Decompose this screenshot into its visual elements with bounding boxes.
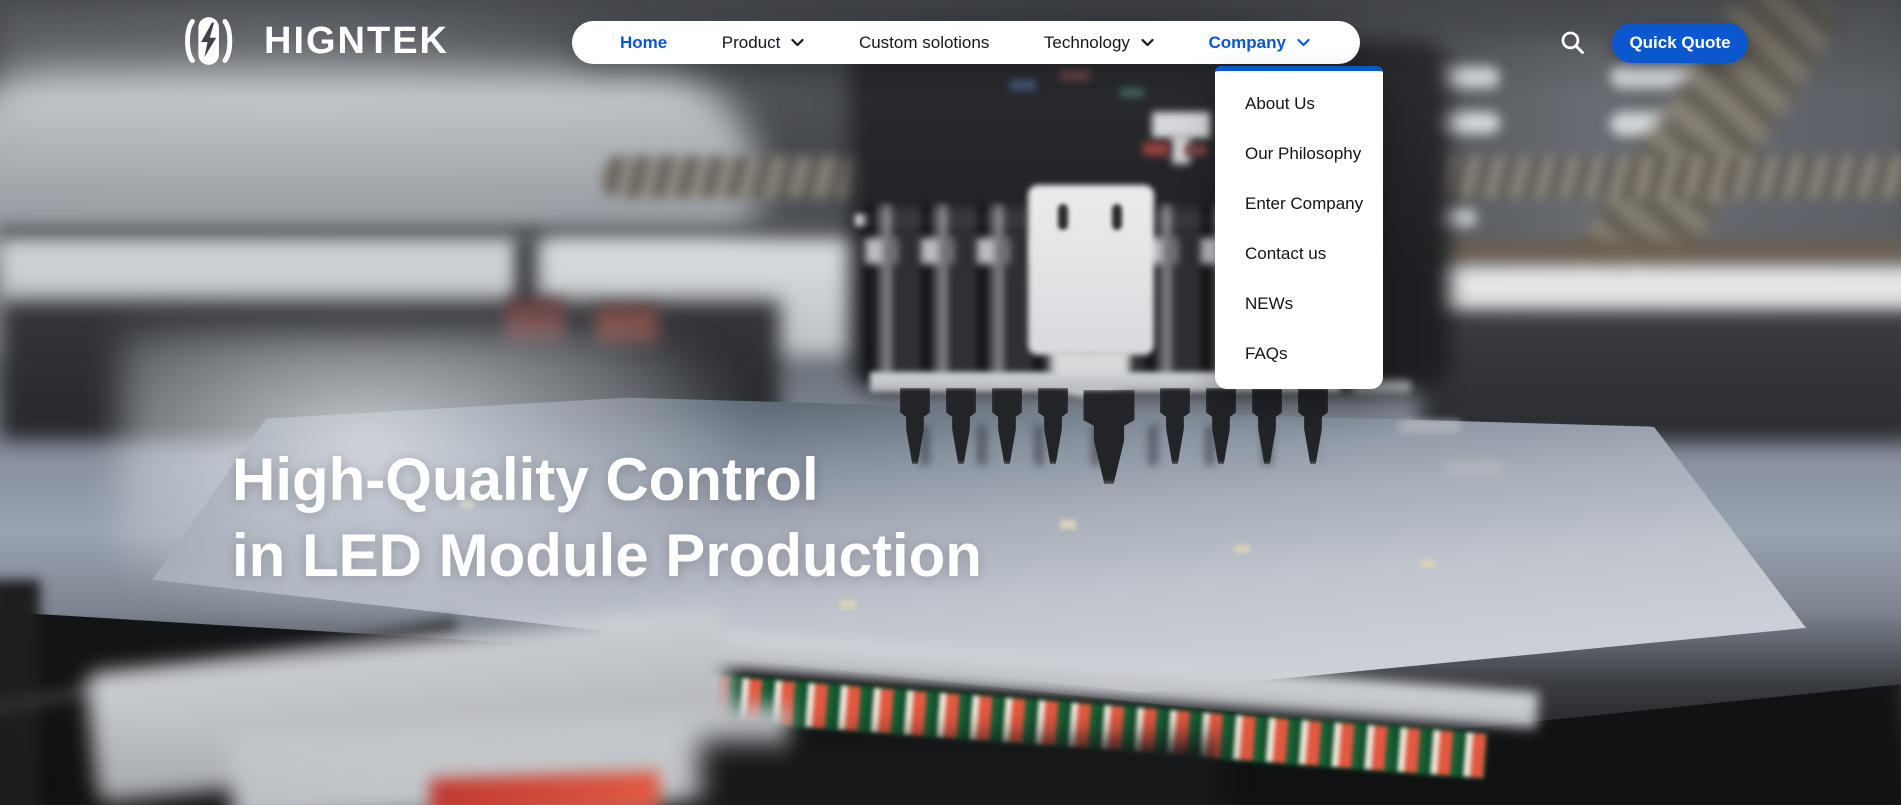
search-icon <box>1559 29 1586 56</box>
nav-item-label: Custom solotions <box>859 33 989 53</box>
dropdown-item-our-philosophy[interactable]: Our Philosophy <box>1215 129 1383 179</box>
hero-line-1: High-Quality Control <box>232 442 982 518</box>
lightning-bolt-capsule-icon <box>172 15 254 67</box>
chevron-down-icon <box>1141 38 1154 47</box>
brand-logo-text: HIGNTEK <box>264 22 449 60</box>
chevron-down-icon <box>791 38 804 47</box>
nav-item-label: Company <box>1208 33 1285 53</box>
hero-background-photo <box>0 0 1901 805</box>
company-dropdown-menu: About Us Our Philosophy Enter Company Co… <box>1215 66 1383 389</box>
nav-item-custom-solotions[interactable]: Custom solotions <box>859 33 989 53</box>
dropdown-item-enter-company[interactable]: Enter Company <box>1215 179 1383 229</box>
page: HIGNTEK Home Product Custom solotions Te… <box>0 0 1901 805</box>
main-nav: Home Product Custom solotions Technology… <box>572 21 1360 64</box>
hero-heading: High-Quality Control in LED Module Produ… <box>232 442 982 594</box>
nav-item-technology[interactable]: Technology <box>1044 33 1154 53</box>
brand-logo[interactable]: HIGNTEK <box>172 14 449 68</box>
chevron-down-icon <box>1297 38 1310 47</box>
search-button[interactable] <box>1550 22 1594 62</box>
dropdown-item-contact-us[interactable]: Contact us <box>1215 229 1383 279</box>
hero-line-2: in LED Module Production <box>232 518 982 594</box>
dropdown-item-about-us[interactable]: About Us <box>1215 79 1383 129</box>
nav-item-label: Home <box>620 33 667 53</box>
nav-item-label: Technology <box>1044 33 1130 53</box>
quick-quote-button[interactable]: Quick Quote <box>1612 23 1748 63</box>
nav-item-product[interactable]: Product <box>722 33 805 53</box>
bg-shape <box>0 0 1901 805</box>
dropdown-item-news[interactable]: NEWs <box>1215 279 1383 329</box>
nav-item-label: Product <box>722 33 781 53</box>
dropdown-item-faqs[interactable]: FAQs <box>1215 329 1383 379</box>
nav-item-company[interactable]: Company <box>1208 33 1309 53</box>
nav-item-home[interactable]: Home <box>620 33 667 53</box>
